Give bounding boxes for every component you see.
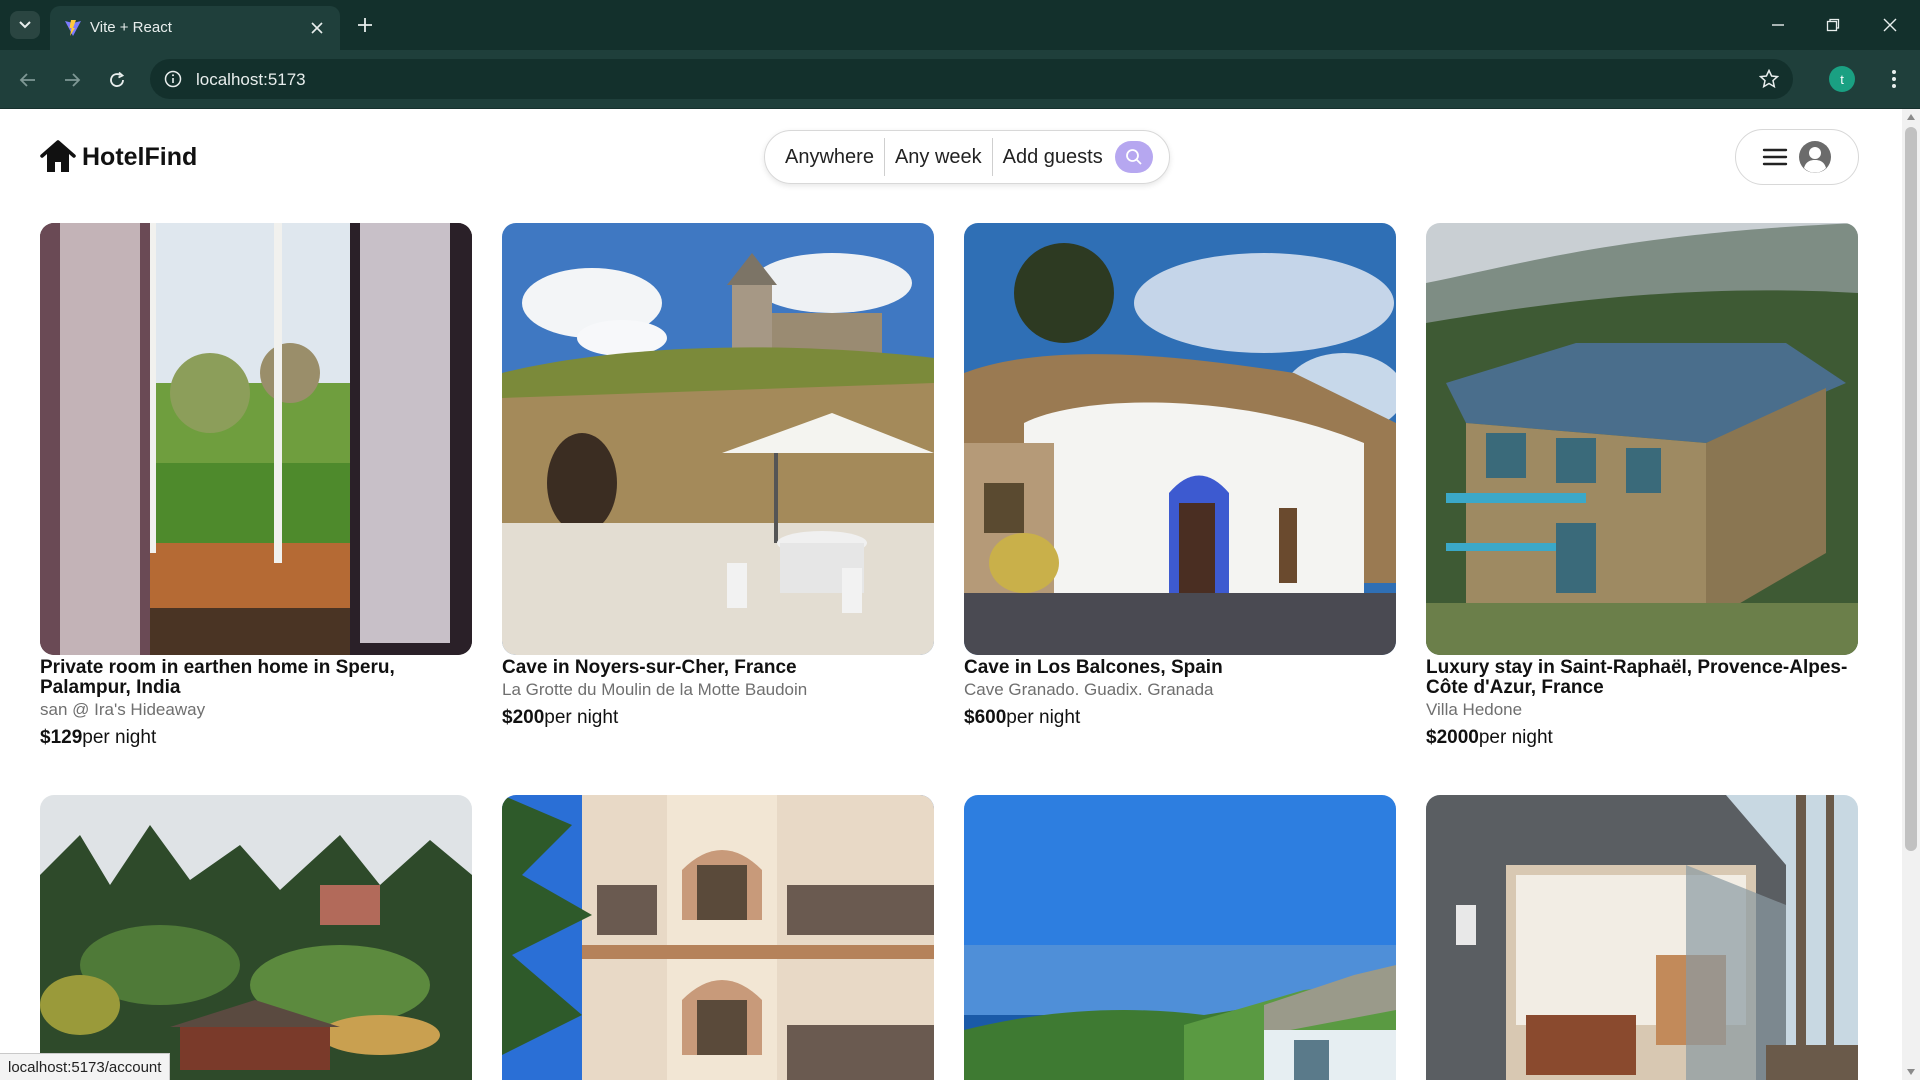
- close-window-button[interactable]: [1872, 10, 1908, 40]
- listing-card[interactable]: Cave in Los Balcones, Spain Cave Granado…: [964, 223, 1396, 729]
- reload-icon: [110, 71, 125, 87]
- url-text: localhost:5173: [196, 70, 306, 89]
- address-bar[interactable]: localhost:5173: [150, 59, 1793, 99]
- listing-title: Cave in Noyers-sur-Cher, France: [502, 657, 797, 678]
- more-vertical-icon: [1892, 70, 1896, 88]
- listing-title: Cave in Los Balcones, Spain: [964, 657, 1223, 678]
- search-where[interactable]: Anywhere: [785, 138, 884, 176]
- link-status-bubble: localhost:5173/account: [0, 1053, 171, 1080]
- restore-icon: [1826, 18, 1840, 32]
- bookmark-button[interactable]: [1757, 67, 1781, 91]
- home-icon: [40, 140, 76, 172]
- listing-card[interactable]: [1426, 795, 1858, 1080]
- plus-icon: [358, 18, 372, 32]
- listing-card[interactable]: Luxury stay in Saint-Raphaël, Provence-A…: [1426, 223, 1858, 749]
- search-button[interactable]: [1114, 141, 1153, 173]
- search-bar[interactable]: Anywhere Any week Add guests: [764, 130, 1170, 184]
- browser-menu-button[interactable]: [1880, 64, 1908, 94]
- forest-estate-photo: [40, 795, 472, 1080]
- site-info-button[interactable]: [160, 66, 186, 92]
- tab-close-button[interactable]: [306, 17, 328, 39]
- listing-photo[interactable]: [1426, 223, 1858, 655]
- arrow-right-icon: [65, 73, 81, 87]
- search-who[interactable]: Add guests: [993, 138, 1113, 176]
- back-button[interactable]: [12, 64, 44, 96]
- price-amount: $200: [502, 707, 545, 728]
- scroll-up-arrow-icon[interactable]: [1907, 114, 1915, 120]
- user-menu-button[interactable]: [1735, 129, 1859, 185]
- arrow-left-icon: [19, 73, 35, 87]
- reload-button[interactable]: [101, 64, 133, 96]
- page-scrollbar[interactable]: [1902, 109, 1920, 1080]
- listing-price: $129per night: [40, 727, 472, 749]
- container-home-photo: [1426, 795, 1858, 1080]
- price-unit: per night: [544, 707, 619, 728]
- listing-host: Cave Granado. Guadix. Granada: [964, 680, 1214, 699]
- profile-avatar[interactable]: t: [1829, 66, 1855, 92]
- user-avatar-icon: [1799, 141, 1831, 173]
- listing-price: $2000per night: [1426, 727, 1858, 749]
- listing-photo[interactable]: [502, 795, 934, 1080]
- active-tab[interactable]: Vite + React: [50, 6, 340, 50]
- browser-tab-bar: Vite + React: [0, 0, 1920, 50]
- cave-noyers-photo: [502, 223, 934, 655]
- minimize-icon: [1772, 24, 1784, 26]
- brand-logo[interactable]: HotelFind: [40, 137, 197, 177]
- listing-host: san @ Ira's Hideaway: [40, 700, 206, 719]
- restore-button[interactable]: [1815, 10, 1851, 40]
- hamburger-menu-icon: [1762, 148, 1788, 166]
- price-amount: $129: [40, 727, 83, 748]
- villa-hedone-photo: [1426, 223, 1858, 655]
- listing-card[interactable]: Cave in Noyers-sur-Cher, France La Grott…: [502, 223, 934, 729]
- tab-title: Vite + React: [90, 19, 172, 36]
- tab-search-button[interactable]: [10, 11, 40, 39]
- page-viewport: HotelFind Anywhere Any week Add guests P…: [0, 109, 1902, 1080]
- listing-card[interactable]: [40, 795, 472, 1080]
- listing-host: Villa Hedone: [1426, 700, 1523, 719]
- price-unit: per night: [1478, 727, 1553, 748]
- minimize-button[interactable]: [1760, 10, 1796, 40]
- chevron-down-icon: [19, 21, 31, 29]
- listing-photo[interactable]: [502, 223, 934, 655]
- listing-card[interactable]: [502, 795, 934, 1080]
- listing-photo[interactable]: [1426, 795, 1858, 1080]
- listing-title: Luxury stay in Saint-Raphaël, Provence-A…: [1426, 657, 1848, 698]
- listing-photo[interactable]: [40, 795, 472, 1080]
- price-amount: $2000: [1426, 727, 1479, 748]
- close-icon: [311, 22, 323, 34]
- listing-photo[interactable]: [964, 223, 1396, 655]
- close-icon: [1883, 18, 1897, 32]
- browser-toolbar: localhost:5173 t: [0, 50, 1920, 109]
- price-unit: per night: [82, 727, 157, 748]
- listing-price: $600per night: [964, 707, 1396, 729]
- vite-logo-icon: [65, 20, 81, 36]
- listing-host: La Grotte du Moulin de la Motte Baudoin: [502, 680, 808, 699]
- coastal-cottage-photo: [964, 795, 1396, 1080]
- scroll-down-arrow-icon[interactable]: [1907, 1069, 1915, 1075]
- brand-name: HotelFind: [82, 142, 198, 171]
- price-amount: $600: [964, 707, 1007, 728]
- forward-button[interactable]: [56, 64, 88, 96]
- listing-price: $200per night: [502, 707, 934, 729]
- listing-title: Private room in earthen home in Speru, P…: [40, 657, 395, 698]
- search-when[interactable]: Any week: [885, 138, 992, 176]
- scrollbar-thumb[interactable]: [1905, 127, 1917, 851]
- earthen-room-photo: [40, 223, 472, 655]
- price-unit: per night: [1006, 707, 1081, 728]
- listing-photo[interactable]: [40, 223, 472, 655]
- cave-los-balcones-photo: [964, 223, 1396, 655]
- info-icon: [164, 70, 182, 88]
- apartment-building-photo: [502, 795, 934, 1080]
- listing-photo[interactable]: [964, 795, 1396, 1080]
- listing-card[interactable]: Private room in earthen home in Speru, P…: [40, 223, 472, 749]
- search-icon: [1125, 149, 1142, 165]
- star-icon: [1759, 69, 1779, 89]
- listing-card[interactable]: [964, 795, 1396, 1080]
- new-tab-button[interactable]: [352, 12, 378, 38]
